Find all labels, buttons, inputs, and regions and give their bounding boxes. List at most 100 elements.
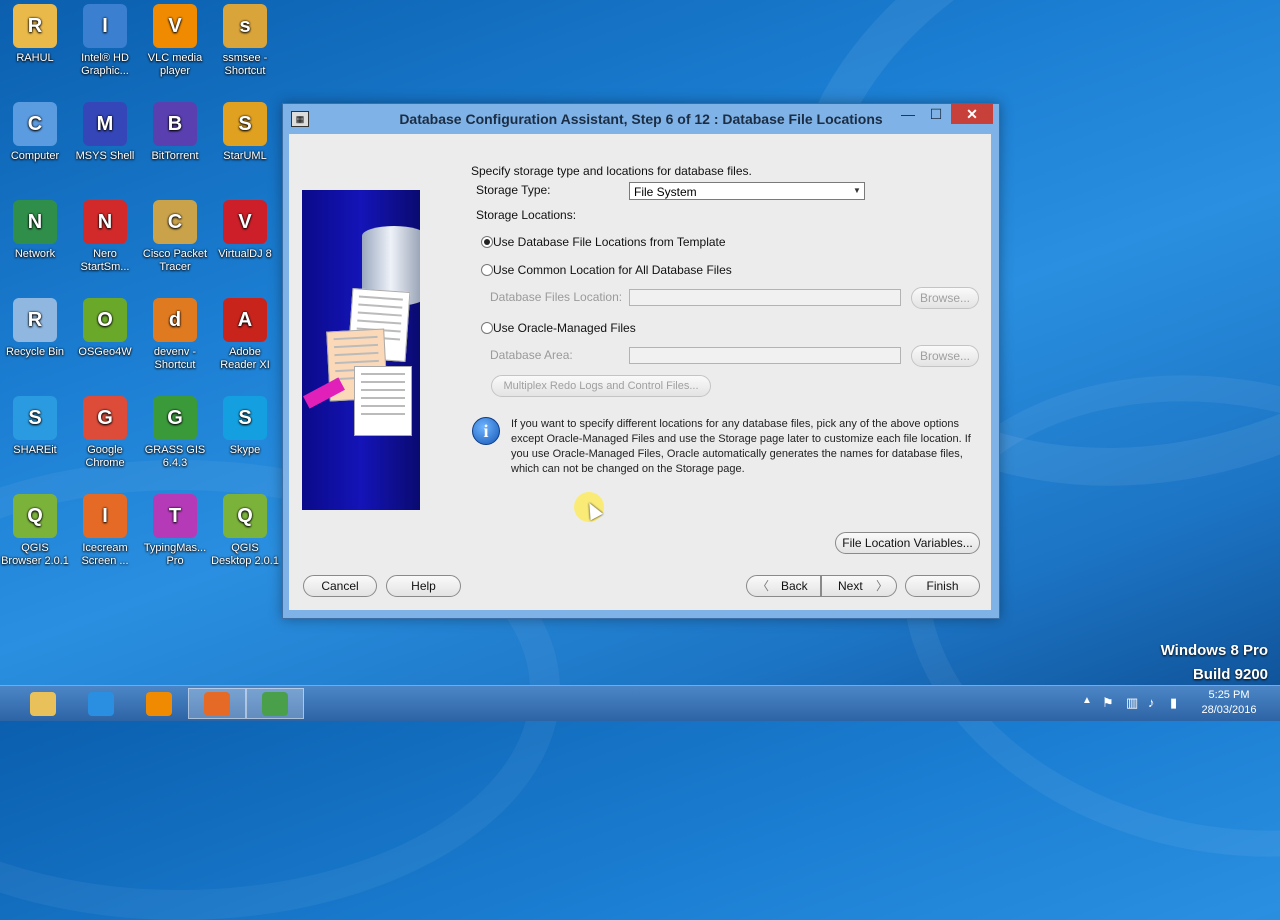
title-bar[interactable]: ▦ Database Configuration Assistant, Step… [283,104,999,134]
power-icon[interactable]: ▮ [1170,695,1177,711]
desktop-icon-label: Nero StartSm... [80,248,130,273]
next-label: Next [838,579,863,593]
desktop-icon[interactable]: T TypingMas... Pro [140,494,210,568]
adobe-reader-icon: A [223,298,267,342]
desktop-icon[interactable]: Q QGIS Desktop 2.0.1 [210,494,280,568]
minimize-button[interactable]: — [895,104,921,124]
chevron-down-icon[interactable]: ▼ [852,186,862,196]
db-files-location-field[interactable] [629,289,901,306]
database-illustration [302,190,420,510]
browse-db-area-button[interactable]: Browse... [911,345,979,367]
option-template-label[interactable]: Use Database File Locations from Templat… [493,235,726,249]
radio-oracle-managed[interactable] [481,322,493,334]
info-icon: i [472,417,500,445]
desktop-icon[interactable]: N Network [0,200,70,261]
vlc-icon: V [153,4,197,48]
shareit-icon: S [13,396,57,440]
clock[interactable]: 5:25 PM 28/03/2016 [1186,688,1272,718]
db-area-label: Database Area: [490,348,573,362]
desktop-icon-label: SHAREit [13,444,57,456]
oracle-dbca-icon [262,691,288,716]
desktop-icon[interactable]: G Google Chrome [70,396,140,470]
taskbar-button[interactable] [14,688,72,719]
multiplex-button[interactable]: Multiplex Redo Logs and Control Files... [491,375,711,397]
finish-button[interactable]: Finish [905,575,980,597]
show-hidden-icons-icon[interactable]: ▲ [1082,695,1092,706]
desktop-icon[interactable]: B BitTorrent [140,102,210,163]
option-omf-label[interactable]: Use Oracle-Managed Files [493,321,636,335]
desktop-icon[interactable]: M MSYS Shell [70,102,140,163]
file-location-variables-button[interactable]: File Location Variables... [835,532,980,554]
intro-text: Specify storage type and locations for d… [471,164,752,178]
db-files-location-label: Database Files Location: [490,290,623,304]
staruml-icon: S [223,102,267,146]
option-common-label[interactable]: Use Common Location for All Database Fil… [493,263,732,277]
desktop-icon[interactable]: V VLC media player [140,4,210,78]
internet-explorer-icon [88,691,114,716]
msys-icon: M [83,102,127,146]
desktop-icon[interactable]: Q QGIS Browser 2.0.1 [0,494,70,568]
desktop-icon[interactable]: s ssmsee - Shortcut [210,4,280,78]
cancel-button[interactable]: Cancel [303,575,377,597]
radio-common-location[interactable] [481,264,493,276]
action-center-icon[interactable]: ⚑ [1102,695,1114,711]
db-area-field[interactable] [629,347,901,364]
skype-icon: S [223,396,267,440]
desktop-icon-label: Adobe Reader XI [220,346,270,371]
vlc-icon [146,691,172,716]
qgis-browser-icon: Q [13,494,57,538]
clock-date: 28/03/2016 [1201,704,1257,716]
chevron-right-icon: 〉 [876,579,889,593]
desktop-icon-label: RAHUL [16,52,54,64]
help-button[interactable]: Help [386,575,461,597]
dbca-window: ▦ Database Configuration Assistant, Step… [282,103,1000,619]
desktop-icon[interactable]: R RAHUL [0,4,70,65]
desktop-icon[interactable]: R Recycle Bin [0,298,70,359]
desktop-icon[interactable]: V VirtualDJ 8 [210,200,280,261]
back-button[interactable]: 〈 Back [746,575,821,597]
desktop-icon-label: Computer [10,150,60,162]
clock-time: 5:25 PM [1208,689,1250,701]
desktop-icon[interactable]: I Icecream Screen ... [70,494,140,568]
desktop-icon[interactable]: C Computer [0,102,70,163]
desktop-icon[interactable]: S StarUML [210,102,280,163]
close-button[interactable]: ✕ [951,104,993,124]
user-folder-icon: R [13,4,57,48]
desktop-icon[interactable]: d devenv - Shortcut [140,298,210,372]
desktop-icon[interactable]: S SHAREit [0,396,70,457]
back-label: Back [781,579,808,593]
volume-icon[interactable]: ♪ [1148,695,1155,710]
desktop-icon[interactable]: G GRASS GIS 6.4.3 [140,396,210,470]
desktop-icon-label: VLC media player [147,52,203,77]
browse-files-location-button[interactable]: Browse... [911,287,979,309]
desktop-icon[interactable]: I Intel® HD Graphic... [70,4,140,78]
chevron-left-icon: 〈 [757,579,770,593]
grass-gis-icon: G [153,396,197,440]
qgis-desktop-icon: Q [223,494,267,538]
network-status-icon[interactable]: ▥ [1126,695,1138,711]
desktop-icon[interactable]: C Cisco Packet Tracer [140,200,210,274]
storage-type-select[interactable]: File System ▼ [629,182,865,200]
nero-icon: N [83,200,127,244]
desktop-icon[interactable]: O OSGeo4W [70,298,140,359]
taskbar-button[interactable] [72,688,130,719]
desktop-icon-label: Intel® HD Graphic... [81,52,129,77]
desktop-icon-label: QGIS Desktop 2.0.1 [211,542,279,567]
desktop-icon[interactable]: N Nero StartSm... [70,200,140,274]
taskbar-button[interactable] [246,688,304,719]
storage-type-value: File System [634,185,697,199]
radio-template-locations[interactable] [481,236,493,248]
next-button[interactable]: Next 〉 [821,575,897,597]
desktop-icon-label: QGIS Browser 2.0.1 [1,542,69,567]
desktop-icon-label: BitTorrent [151,150,199,162]
icecream-icon: I [83,494,127,538]
desktop-icon[interactable]: A Adobe Reader XI [210,298,280,372]
maximize-button[interactable]: ☐ [923,104,949,124]
devenv-icon: d [153,298,197,342]
desktop-icon-label: StarUML [223,150,267,162]
taskbar-button[interactable] [130,688,188,719]
window-title: Database Configuration Assistant, Step 6… [399,111,883,127]
desktop-icon[interactable]: S Skype [210,396,280,457]
network-icon: N [13,200,57,244]
taskbar-button[interactable] [188,688,246,719]
